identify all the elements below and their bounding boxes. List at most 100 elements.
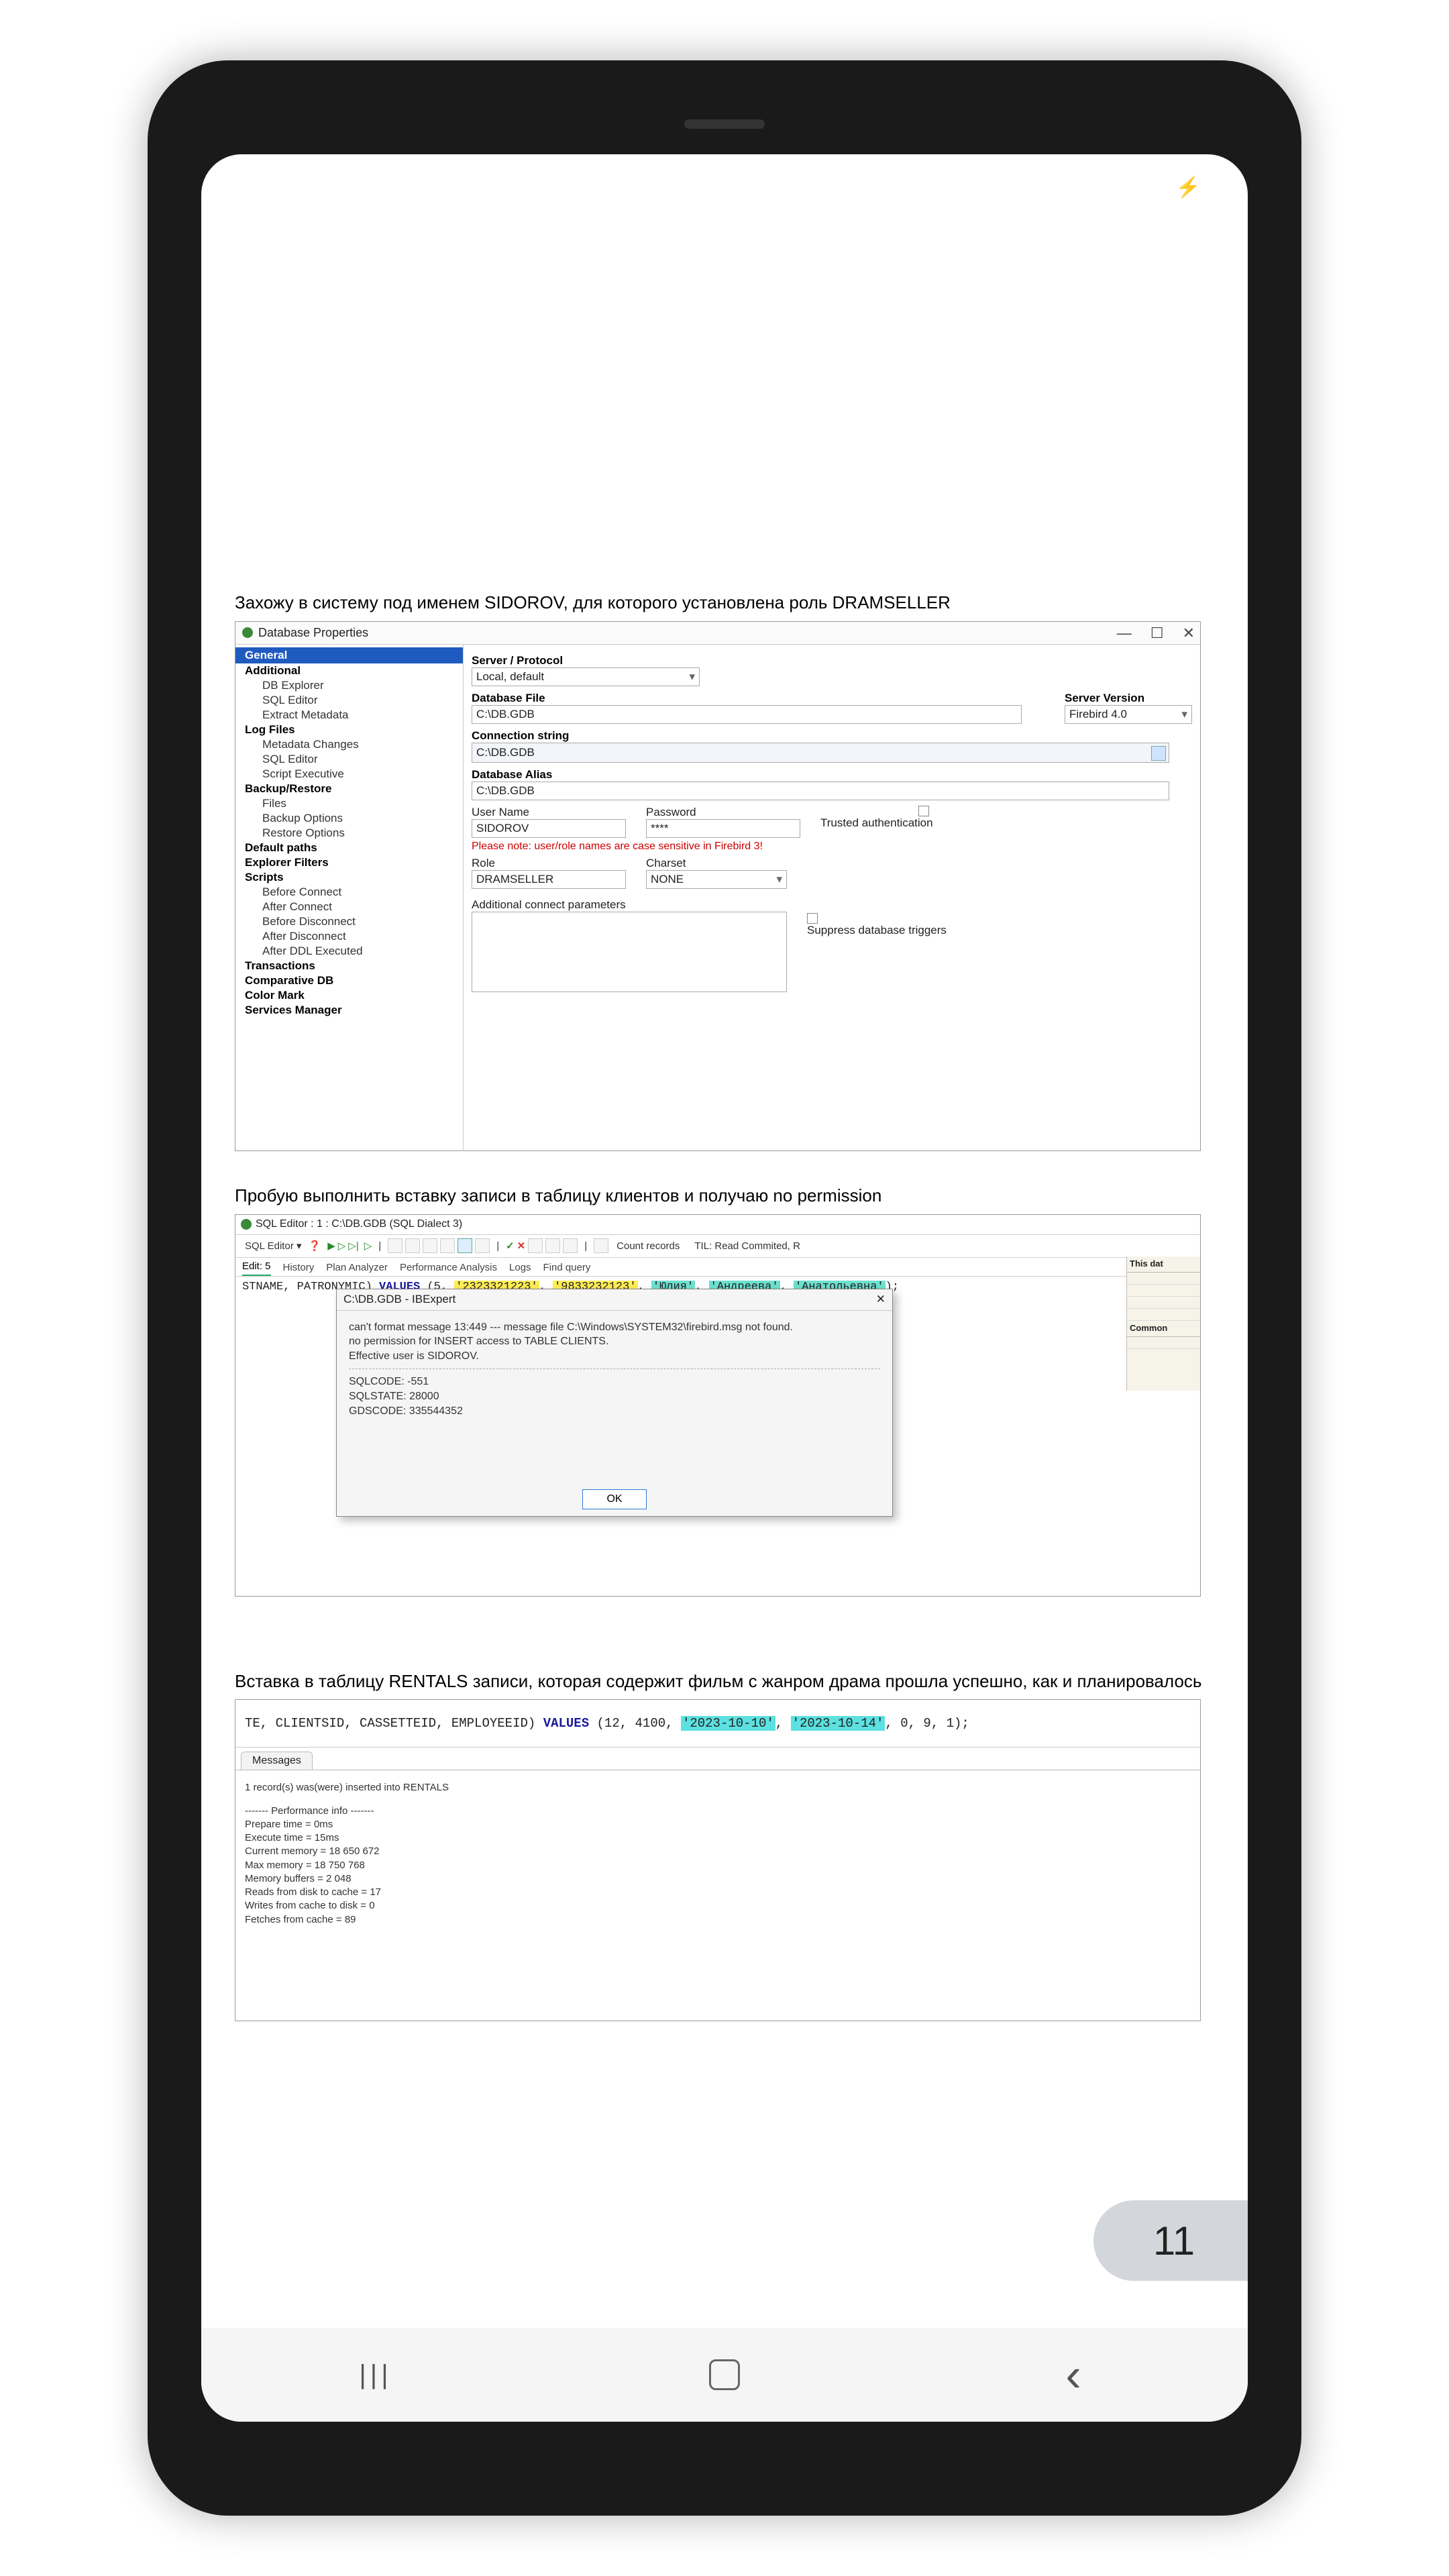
tree-selected-general[interactable]: General bbox=[235, 647, 463, 663]
tree-item[interactable]: Transactions bbox=[235, 959, 463, 973]
conn-string-label: Connection string bbox=[472, 729, 1192, 743]
tree-item[interactable]: Log Files bbox=[235, 722, 463, 737]
sql-code3[interactable]: TE, CLIENTSID, CASSETTEID, EMPLOYEEID) V… bbox=[235, 1700, 1200, 1748]
code-args: (12, 4100, bbox=[589, 1716, 681, 1731]
tree-item[interactable]: SQL Editor bbox=[235, 752, 463, 767]
charset-select[interactable]: NONE bbox=[646, 870, 787, 889]
tb-btn[interactable] bbox=[594, 1238, 608, 1253]
error-dialog: C:\DB.GDB - IBExpert ✕ can't format mess… bbox=[336, 1289, 893, 1517]
err-line: SQLCODE: -551 bbox=[349, 1375, 880, 1389]
tree-item[interactable]: Files bbox=[235, 796, 463, 811]
tab-edit[interactable]: Edit: 5 bbox=[242, 1260, 271, 1276]
perf-line: Execute time = 15ms bbox=[245, 1831, 1191, 1845]
sql-editor-title: SQL Editor : 1 : C:\DB.GDB (SQL Dialect … bbox=[256, 1218, 462, 1230]
toolbar-label[interactable]: SQL Editor ▾ bbox=[245, 1240, 302, 1252]
side-item[interactable] bbox=[1127, 1309, 1200, 1321]
close-icon[interactable]: ✕ bbox=[876, 1293, 885, 1306]
nav-home-icon[interactable] bbox=[704, 2355, 745, 2395]
tree-item[interactable]: Backup/Restore bbox=[235, 782, 463, 796]
tab-plan[interactable]: Plan Analyzer bbox=[326, 1262, 388, 1276]
db-file-input[interactable]: C:\DB.GDB bbox=[472, 705, 1022, 724]
side-item[interactable] bbox=[1127, 1285, 1200, 1297]
window-title: Database Properties bbox=[258, 626, 368, 640]
tree-item[interactable]: Explorer Filters bbox=[235, 855, 463, 870]
tree-item[interactable]: Restore Options bbox=[235, 826, 463, 841]
tab-find[interactable]: Find query bbox=[543, 1262, 591, 1276]
close-icon[interactable]: ✕ bbox=[1183, 625, 1195, 642]
sql-insert-window: TE, CLIENTSID, CASSETTEID, EMPLOYEEID) V… bbox=[235, 1699, 1201, 2021]
server-protocol-select[interactable]: Local, default bbox=[472, 667, 700, 686]
section1-heading: Захожу в систему под именем SIDOROV, для… bbox=[235, 592, 1214, 614]
err-line: can't format message 13:449 --- message … bbox=[349, 1320, 880, 1335]
tb-btn[interactable] bbox=[388, 1238, 402, 1253]
tree-item[interactable]: Extract Metadata bbox=[235, 708, 463, 722]
tb-btn[interactable] bbox=[563, 1238, 578, 1253]
side-item[interactable] bbox=[1127, 1297, 1200, 1309]
role-input[interactable]: DRAMSELLER bbox=[472, 870, 626, 889]
tree-item[interactable]: Scripts bbox=[235, 870, 463, 885]
properties-form: Server / Protocol Local, default Databas… bbox=[464, 645, 1200, 1150]
username-input[interactable]: SIDOROV bbox=[472, 819, 626, 838]
divider bbox=[349, 1368, 880, 1369]
code-keyword: VALUES bbox=[543, 1716, 589, 1731]
perf-line: Reads from disk to cache = 17 bbox=[245, 1886, 1191, 1899]
tree-item[interactable]: Services Manager bbox=[235, 1003, 463, 1018]
tree-item[interactable]: Metadata Changes bbox=[235, 737, 463, 752]
tab-logs[interactable]: Logs bbox=[509, 1262, 531, 1276]
tb-btn-active[interactable] bbox=[458, 1238, 472, 1253]
err-line: Effective user is SIDOROV. bbox=[349, 1349, 880, 1364]
side-hdr: This dat bbox=[1127, 1256, 1200, 1273]
nav-back-icon[interactable] bbox=[1053, 2355, 1093, 2395]
tree-item[interactable]: Color Mark bbox=[235, 988, 463, 1003]
properties-tree[interactable]: General Additional DB Explorer SQL Edito… bbox=[235, 645, 464, 1150]
charset-label: Charset bbox=[646, 857, 787, 870]
messages-tab[interactable]: Messages bbox=[241, 1752, 313, 1770]
tb-btn[interactable] bbox=[440, 1238, 455, 1253]
tb-btn[interactable] bbox=[405, 1238, 420, 1253]
minimize-icon[interactable]: — bbox=[1117, 625, 1132, 642]
server-version-select[interactable]: Firebird 4.0 bbox=[1065, 705, 1192, 724]
addl-params-textarea[interactable] bbox=[472, 912, 787, 992]
tree-item[interactable]: After DDL Executed bbox=[235, 944, 463, 959]
tablet-frame: Захожу в систему под именем SIDOROV, для… bbox=[148, 60, 1301, 2516]
sql-editor-titlebar: SQL Editor : 1 : C:\DB.GDB (SQL Dialect … bbox=[235, 1215, 1200, 1235]
side-item[interactable] bbox=[1127, 1273, 1200, 1285]
tree-item[interactable]: Comparative DB bbox=[235, 973, 463, 988]
tb-btn[interactable] bbox=[545, 1238, 560, 1253]
messages-body: 1 record(s) was(were) inserted into RENT… bbox=[235, 1770, 1200, 2021]
server-version-label: Server Version bbox=[1065, 692, 1192, 705]
tb-btn[interactable] bbox=[528, 1238, 543, 1253]
sql-editor-window: SQL Editor : 1 : C:\DB.GDB (SQL Dialect … bbox=[235, 1214, 1201, 1597]
ok-button[interactable]: OK bbox=[582, 1489, 647, 1509]
trusted-auth-checkbox[interactable] bbox=[918, 806, 929, 816]
suppress-triggers-checkbox[interactable] bbox=[807, 913, 818, 924]
count-records-label[interactable]: Count records bbox=[616, 1240, 680, 1252]
tree-item[interactable]: Script Executive bbox=[235, 767, 463, 782]
section2-heading: Пробую выполнить вставку записи в таблиц… bbox=[235, 1185, 1214, 1208]
maximize-icon[interactable]: ☐ bbox=[1150, 625, 1164, 642]
nav-recent-icon[interactable] bbox=[356, 2355, 396, 2395]
role-label: Role bbox=[472, 857, 626, 870]
server-protocol-label: Server / Protocol bbox=[472, 654, 1192, 667]
db-properties-titlebar: Database Properties — ☐ ✕ bbox=[235, 622, 1200, 645]
tree-item[interactable]: DB Explorer bbox=[235, 678, 463, 693]
tree-item[interactable]: Before Disconnect bbox=[235, 914, 463, 929]
tree-item[interactable]: After Disconnect bbox=[235, 929, 463, 944]
tree-item[interactable]: Default paths bbox=[235, 841, 463, 855]
tb-btn[interactable] bbox=[423, 1238, 437, 1253]
tree-item[interactable]: Before Connect bbox=[235, 885, 463, 900]
tab-history[interactable]: History bbox=[283, 1262, 315, 1276]
tree-item[interactable]: After Connect bbox=[235, 900, 463, 914]
password-input[interactable]: **** bbox=[646, 819, 800, 838]
tree-item[interactable]: SQL Editor bbox=[235, 693, 463, 708]
side-item[interactable] bbox=[1127, 1337, 1200, 1349]
tab-perf[interactable]: Performance Analysis bbox=[400, 1262, 497, 1276]
conn-string-readonly: C:\DB.GDB bbox=[472, 743, 1169, 763]
tb-btn[interactable] bbox=[475, 1238, 490, 1253]
code-prefix: TE, CLIENTSID, CASSETTEID, EMPLOYEEID) bbox=[245, 1716, 543, 1731]
perf-line: Fetches from cache = 89 bbox=[245, 1913, 1191, 1927]
sql-tabs: Edit: 5 History Plan Analyzer Performanc… bbox=[235, 1258, 1200, 1277]
db-alias-input[interactable]: C:\DB.GDB bbox=[472, 782, 1169, 800]
tree-item[interactable]: Backup Options bbox=[235, 811, 463, 826]
tree-item[interactable]: Additional bbox=[235, 663, 463, 678]
